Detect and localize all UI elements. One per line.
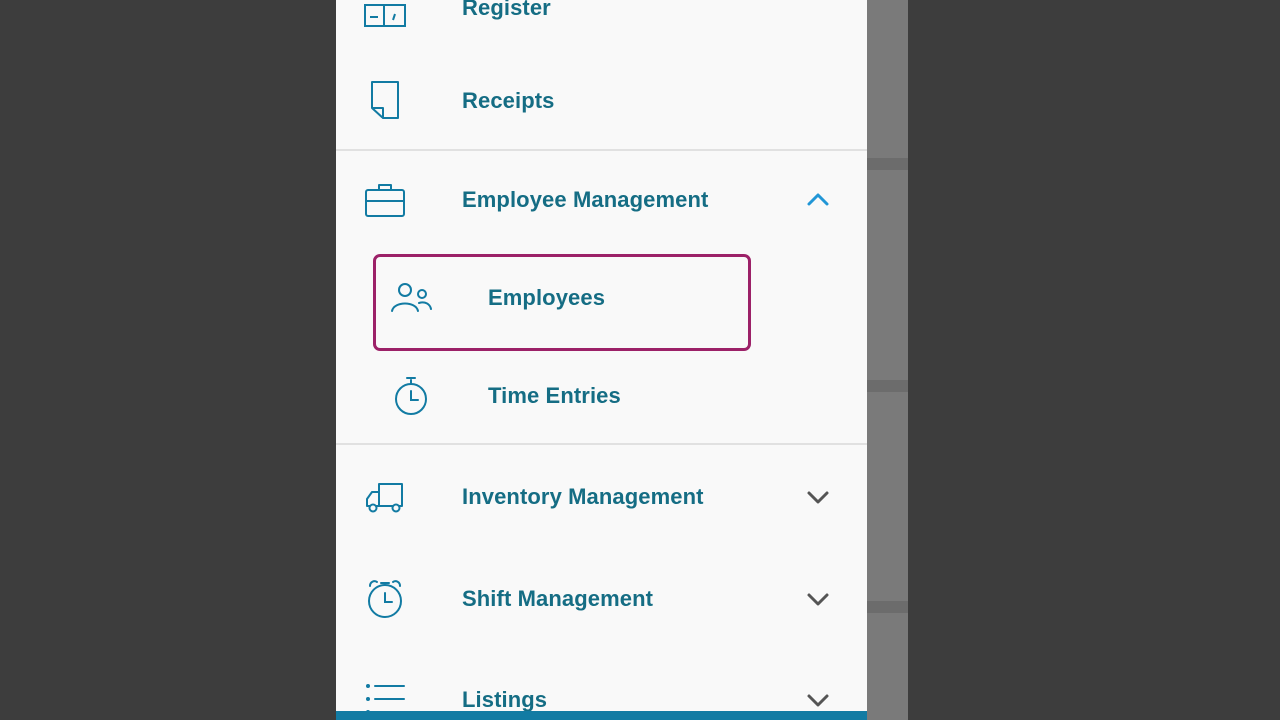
nav-item-label: Inventory Management [462, 484, 704, 509]
nav-item-label: Time Entries [488, 383, 621, 408]
nav-item-register[interactable]: Register [336, 0, 867, 56]
nav-item-label: Shift Management [462, 586, 654, 611]
selected-item-outline [373, 254, 751, 351]
receipt-icon [364, 80, 406, 122]
nav-group-shift-management[interactable]: Shift Management [336, 551, 867, 647]
truck-icon [364, 476, 406, 518]
nav-item-label: Receipts [462, 88, 555, 113]
register-icon [364, 0, 406, 29]
briefcase-icon [364, 179, 406, 221]
navigation-drawer: Register Receipts Employee Management Em… [336, 0, 867, 720]
chevron-down-icon[interactable] [804, 686, 832, 714]
chevron-down-icon[interactable] [804, 483, 832, 511]
nav-item-receipts[interactable]: Receipts [336, 53, 867, 149]
bottom-bar [336, 711, 867, 720]
divider [336, 149, 867, 151]
stopwatch-icon [390, 375, 432, 417]
chevron-down-icon[interactable] [804, 585, 832, 613]
nav-group-listings[interactable]: Listings [336, 652, 867, 720]
nav-item-label: Employee Management [462, 187, 709, 212]
alarm-clock-icon [364, 578, 406, 620]
divider [336, 443, 867, 445]
nav-item-label: Register [462, 0, 551, 20]
nav-item-label: Listings [462, 687, 548, 712]
chevron-up-icon[interactable] [804, 186, 832, 214]
nav-group-employee-management[interactable]: Employee Management [336, 152, 867, 248]
nav-group-inventory-management[interactable]: Inventory Management [336, 449, 867, 545]
nav-item-time-entries[interactable]: Time Entries [336, 348, 867, 444]
